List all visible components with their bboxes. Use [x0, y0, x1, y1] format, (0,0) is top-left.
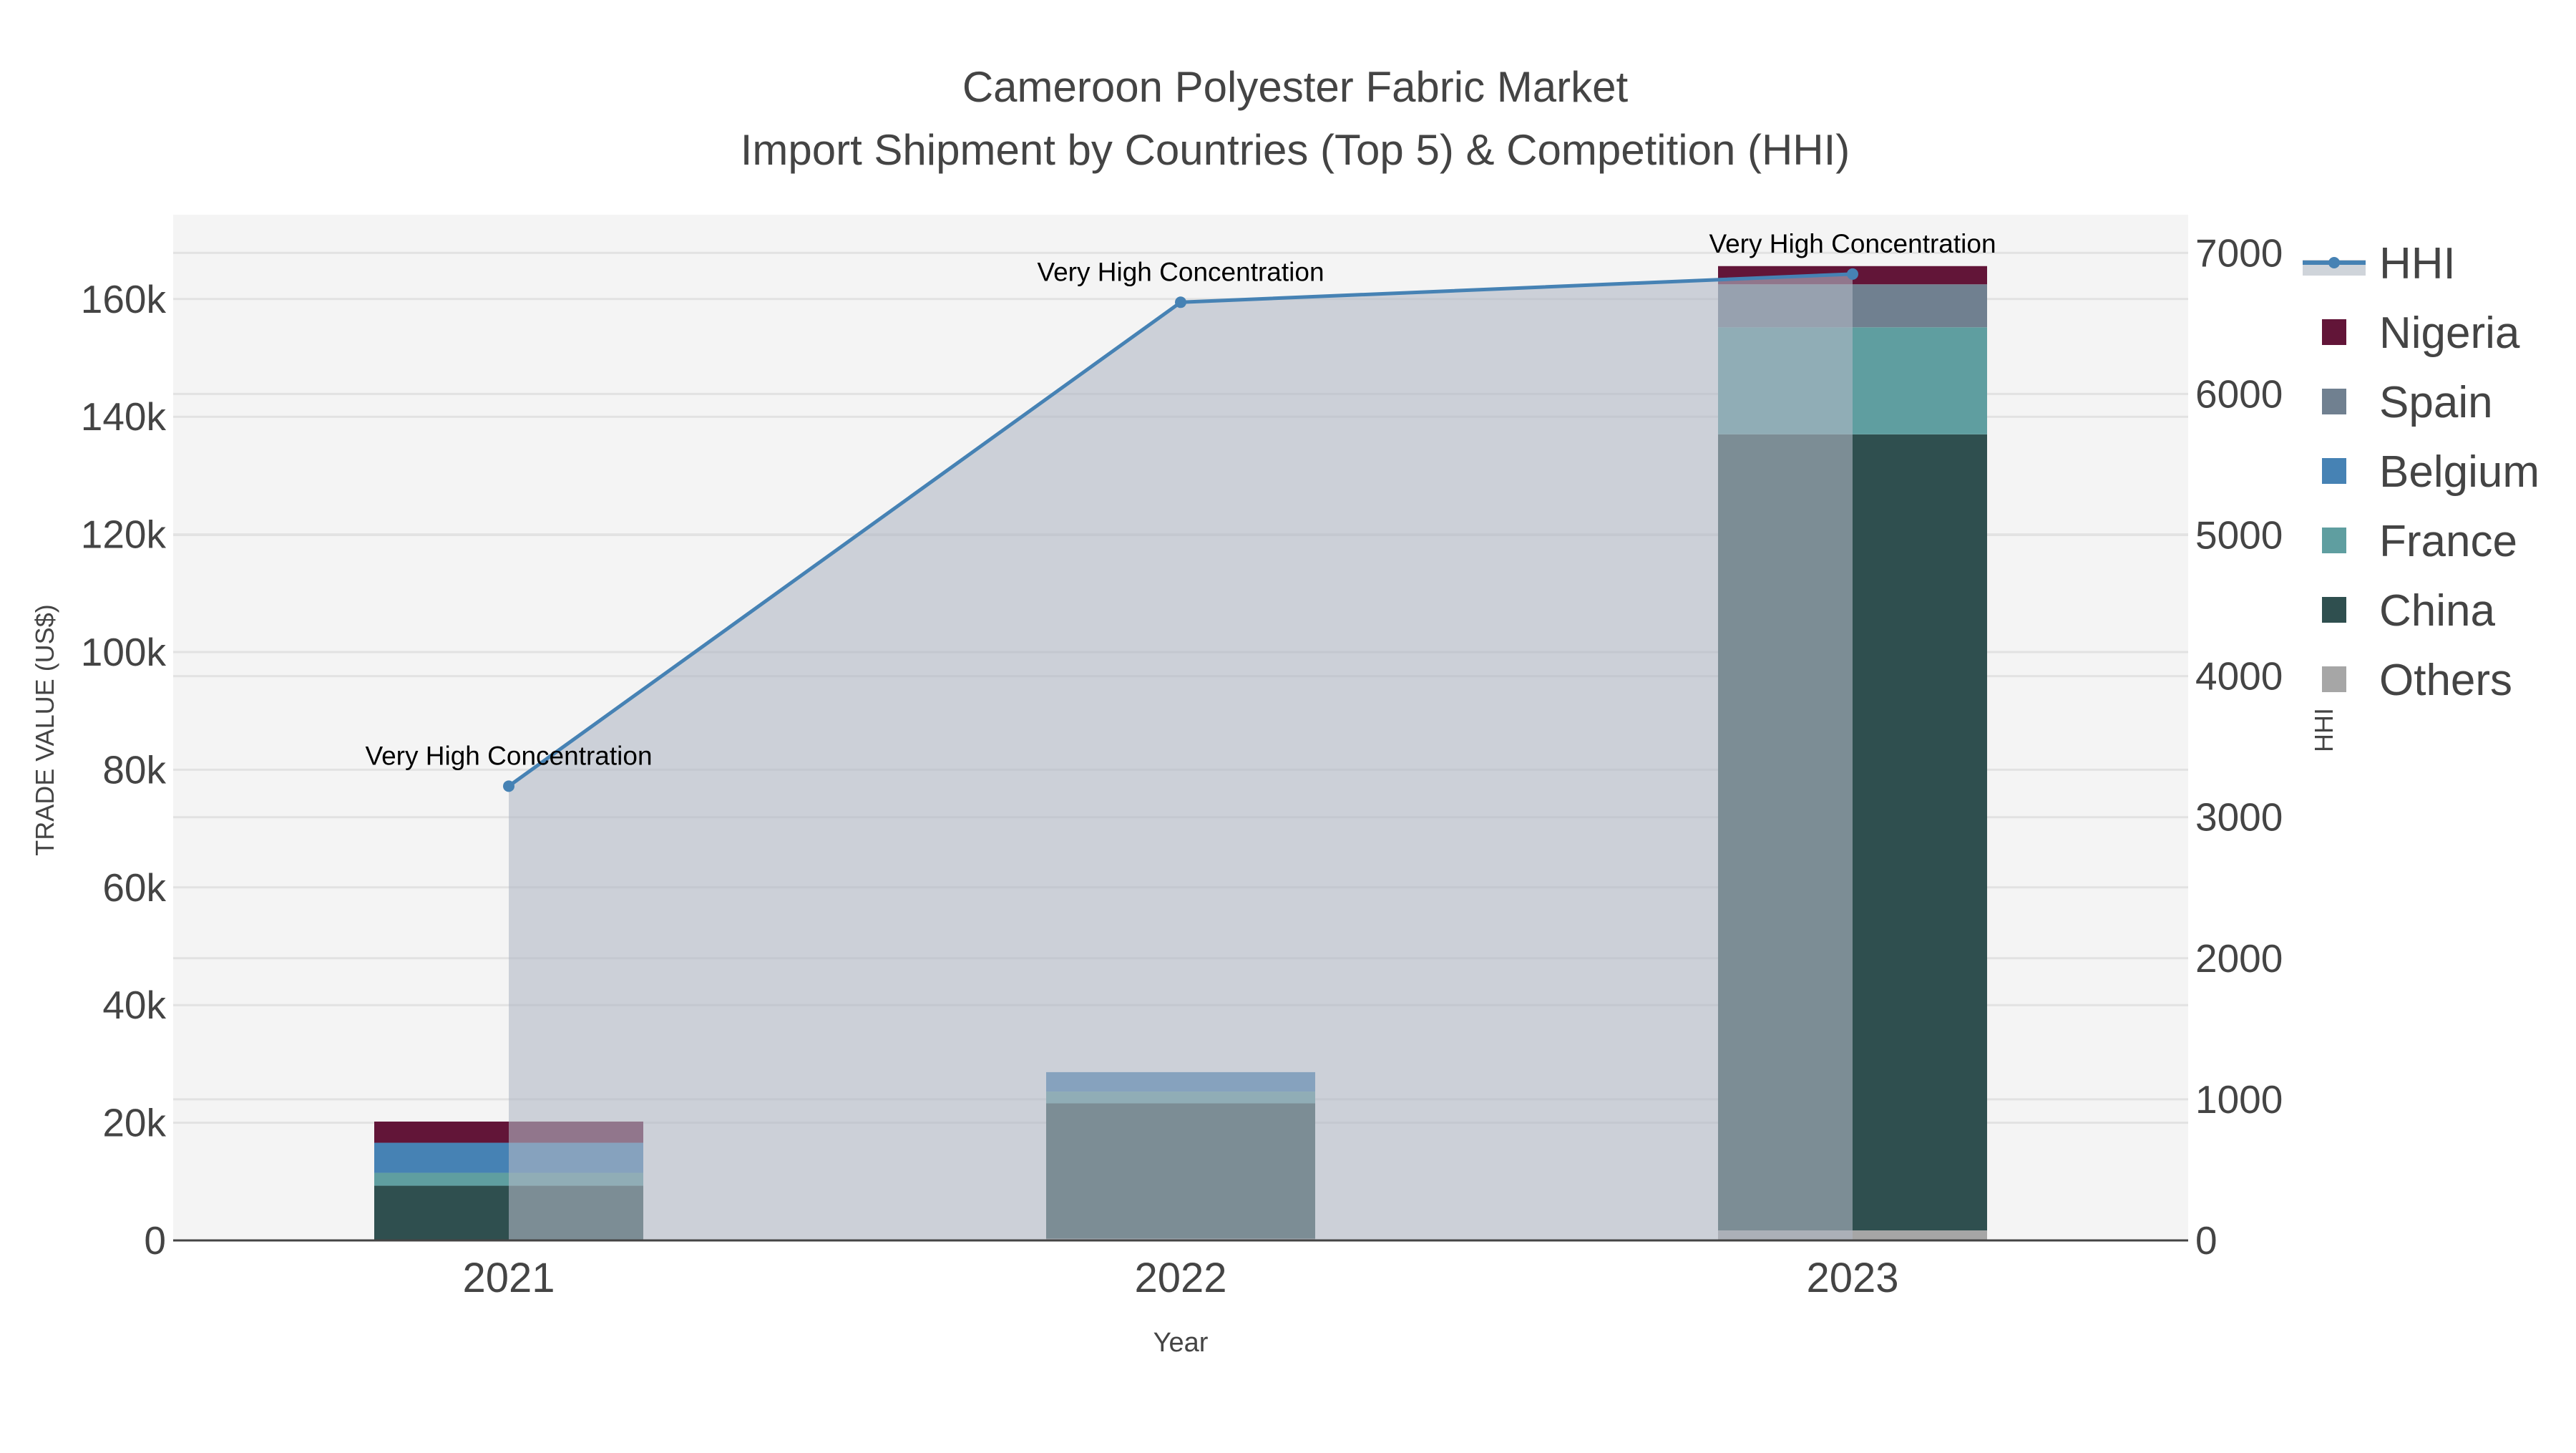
y-tick-label: 40k [102, 983, 166, 1027]
x-axis-title: Year [1153, 1328, 1209, 1358]
chart-subtitle: Import Shipment by Countries (Top 5) & C… [741, 126, 1850, 174]
annotation-2022: Very High Concentration [1037, 257, 1324, 286]
y-tick-label: 0 [144, 1218, 166, 1263]
legend-label-hhi: HHI [2379, 239, 2456, 288]
annotation-2021: Very High Concentration [365, 741, 652, 770]
x-tick-label: 2023 [1806, 1255, 1898, 1301]
y2-tick-label: 1000 [2195, 1077, 2283, 1122]
y-tick-label: 60k [102, 865, 166, 910]
legend-label-belgium: Belgium [2379, 447, 2540, 497]
y2-tick-label: 5000 [2195, 513, 2283, 558]
y2-tick-label: 4000 [2195, 654, 2283, 699]
y-axis-title: TRADE VALUE (US$) [30, 604, 59, 855]
y2-tick-label: 6000 [2195, 371, 2283, 416]
y2-tick-label: 0 [2195, 1218, 2218, 1263]
y-tick-label: 100k [81, 630, 167, 674]
legend-swatch-china [2322, 597, 2346, 623]
y-tick-label: 20k [102, 1101, 166, 1145]
hhi-point-2023 [1847, 268, 1858, 280]
legend-hhi-marker-icon [2328, 257, 2340, 268]
legend-label-france: France [2379, 517, 2517, 566]
y-tick-label: 160k [81, 277, 167, 321]
legend-swatch-belgium [2322, 458, 2346, 484]
legend-swatch-others [2322, 666, 2346, 692]
y-tick-label: 140k [81, 394, 167, 439]
y2-tick-label: 7000 [2195, 230, 2283, 275]
chart-title: Cameroon Polyester Fabric Market [962, 63, 1629, 111]
y-tick-label: 120k [81, 512, 167, 557]
legend-swatch-spain [2322, 389, 2346, 414]
hhi-point-2022 [1175, 296, 1186, 308]
x-tick-label: 2022 [1134, 1255, 1226, 1301]
legend-label-china: China [2379, 586, 2496, 636]
legend-label-others: Others [2379, 656, 2512, 705]
legend-label-nigeria: Nigeria [2379, 308, 2520, 358]
legend-label-spain: Spain [2379, 378, 2493, 427]
legend-swatch-france [2322, 528, 2346, 553]
chart: Very High Concentration Very High Concent… [30, 63, 2540, 1358]
y2-axis-title: HHI [2309, 708, 2338, 752]
y-tick-label: 80k [102, 747, 166, 792]
legend-swatch-nigeria [2322, 319, 2346, 345]
y2-tick-label: 3000 [2195, 795, 2283, 840]
hhi-point-2021 [503, 780, 514, 792]
x-tick-label: 2021 [462, 1255, 555, 1301]
y2-tick-label: 2000 [2195, 936, 2283, 981]
annotation-2023: Very High Concentration [1709, 229, 1996, 258]
